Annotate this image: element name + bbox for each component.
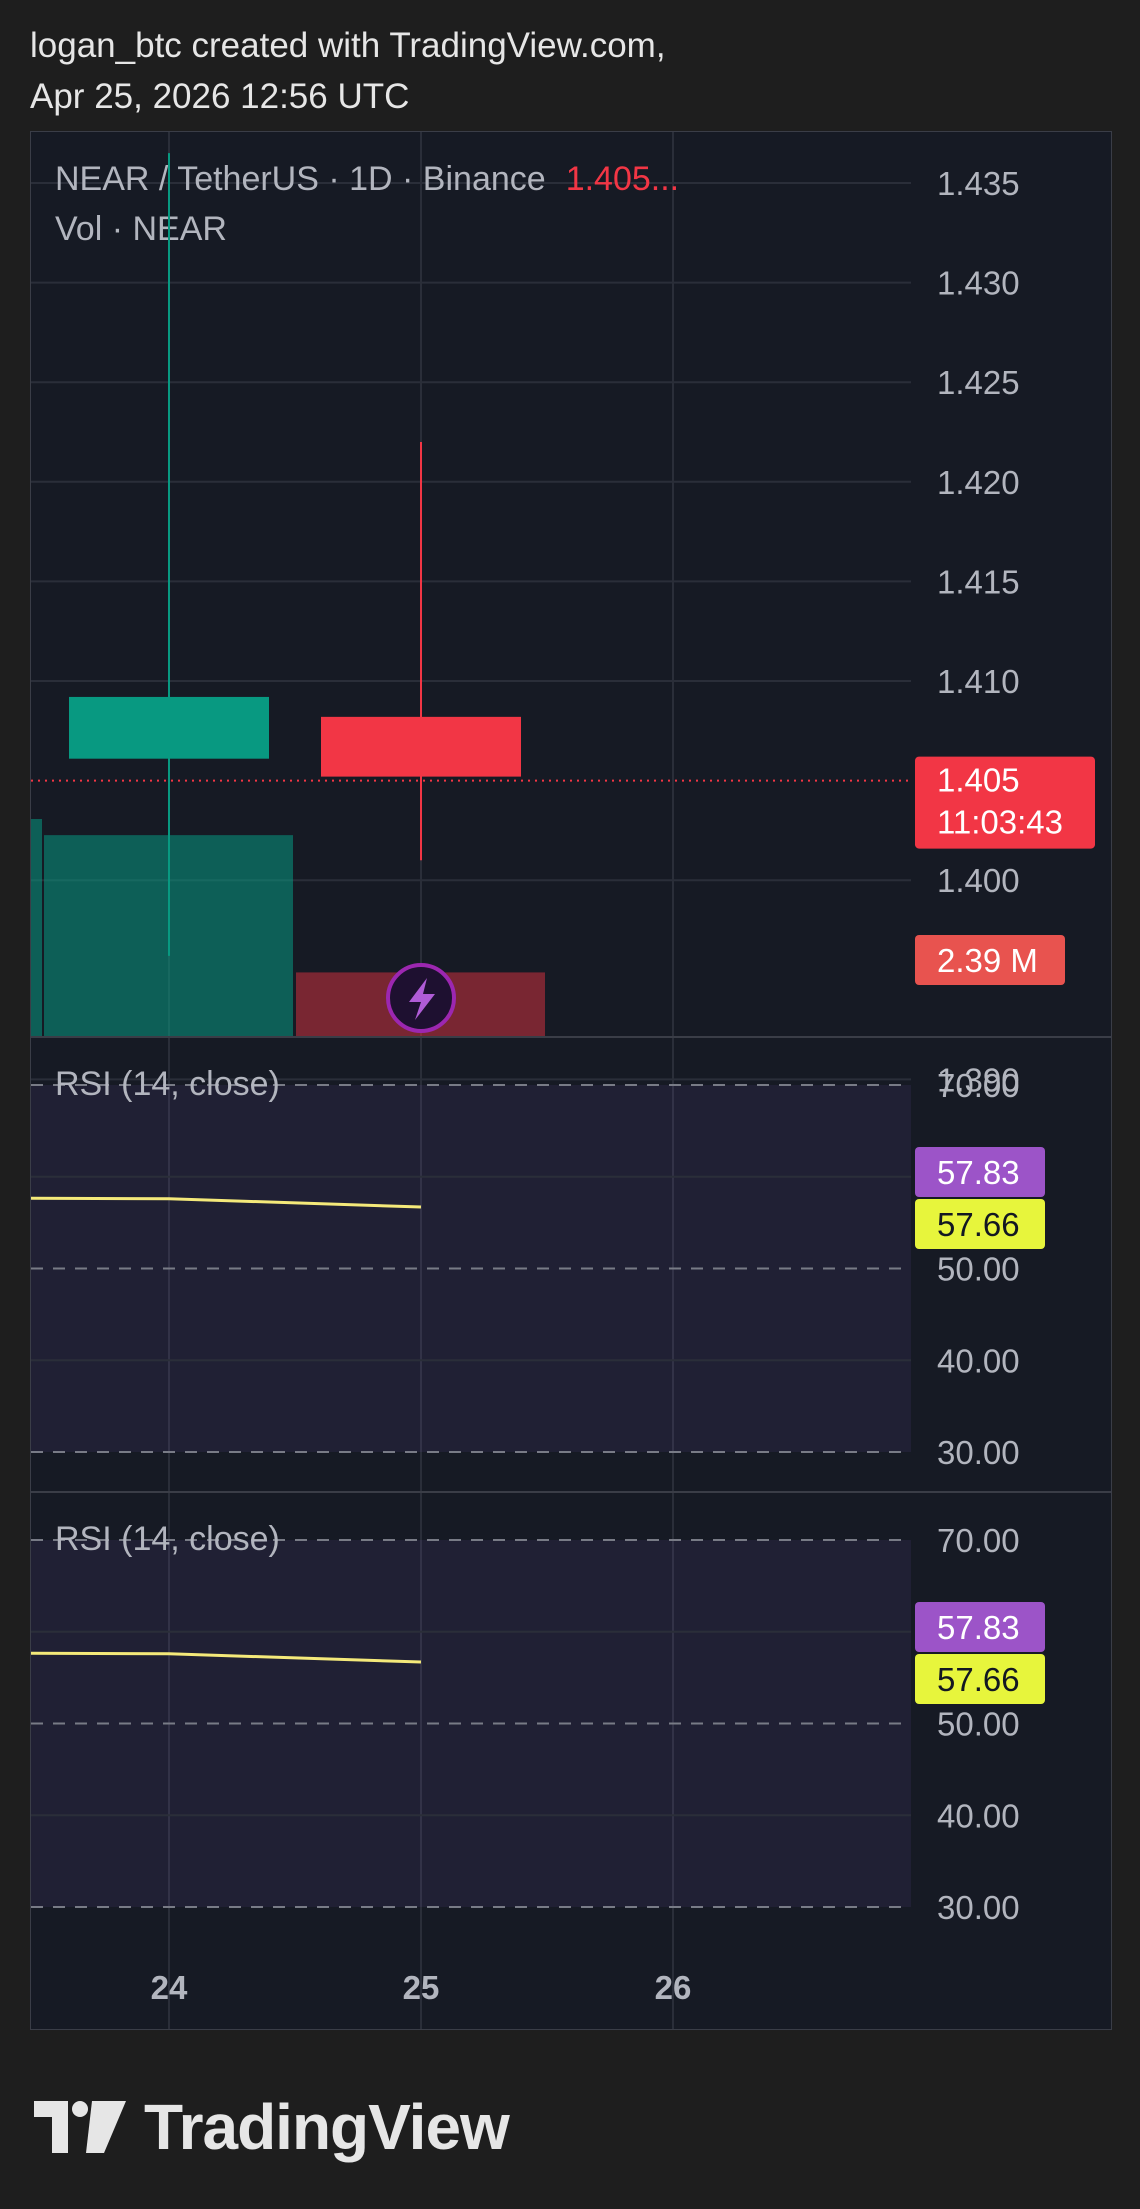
price-badge: 1.405 11:03:43: [915, 756, 1095, 849]
rsi-axis-label: 70.00: [937, 1067, 1020, 1104]
tradingview-logo-icon: [34, 2101, 126, 2153]
volume-legend: Vol · NEAR: [55, 210, 227, 248]
chart-frame[interactable]: NEAR / TetherUS · 1D · Binance 1.405... …: [30, 131, 1112, 2030]
rsi-axis-label: 50.00: [937, 1251, 1020, 1288]
candle-body[interactable]: [321, 716, 521, 777]
chart-header: logan_btc created with TradingView.com, …: [30, 20, 666, 122]
chart-svg[interactable]: NEAR / TetherUS · 1D · Binance 1.405... …: [31, 132, 1111, 2029]
tradingview-logo-text: TradingView: [144, 2091, 510, 2163]
price-axis-label: 1.400: [937, 862, 1020, 899]
rsi-axis-label: 50.00: [937, 1706, 1020, 1743]
candle-body[interactable]: [69, 696, 269, 759]
rsi-axis-label: 40.00: [937, 1797, 1020, 1834]
rsi-badge-value: 57.66: [937, 1206, 1020, 1243]
price-axis-label: 1.435: [937, 165, 1020, 202]
rsi-legend: RSI (14, close): [55, 1520, 280, 1558]
price-axis-label: 1.415: [937, 563, 1020, 600]
time-axis-label: 26: [655, 1969, 692, 2006]
rsi-axis-label: 30.00: [937, 1434, 1020, 1471]
tradingview-logo: TradingView: [34, 2090, 510, 2164]
volume-bar: [31, 819, 42, 1037]
rsi-axis-label: 70.00: [937, 1522, 1020, 1559]
price-badge-countdown: 11:03:43: [937, 804, 1063, 841]
rsi-badge-value: 57.83: [937, 1154, 1020, 1191]
rsi-badge-value: 57.66: [937, 1661, 1020, 1698]
price-axis-label: 1.420: [937, 464, 1020, 501]
symbol-title: NEAR / TetherUS · 1D · Binance: [55, 160, 546, 198]
price-axis-label: 1.410: [937, 663, 1020, 700]
volume-badge-value: 2.39 M: [937, 942, 1038, 979]
price-badge-value: 1.405: [937, 762, 1020, 799]
rsi-axis-label: 40.00: [937, 1342, 1020, 1379]
rsi-badge-value: 57.83: [937, 1609, 1020, 1646]
rsi-badge: 57.66: [915, 1654, 1045, 1704]
event-marker[interactable]: [386, 963, 456, 1033]
legend-last-price: 1.405...: [566, 160, 679, 198]
time-axis-label: 25: [403, 1969, 440, 2006]
timestamp-line: Apr 25, 2026 12:56 UTC: [30, 77, 410, 116]
time-axis-label: 24: [151, 1969, 188, 2006]
volume-badge: 2.39 M: [915, 935, 1065, 985]
rsi-badge: 57.83: [915, 1147, 1045, 1197]
rsi-axis-label: 30.00: [937, 1889, 1020, 1926]
author-line: logan_btc created with TradingView.com,: [30, 26, 666, 65]
price-axis-label: 1.430: [937, 265, 1020, 302]
rsi-badge: 57.66: [915, 1199, 1045, 1249]
price-axis-label: 1.425: [937, 364, 1020, 401]
rsi-legend: RSI (14, close): [55, 1065, 280, 1103]
rsi-badge: 57.83: [915, 1602, 1045, 1652]
